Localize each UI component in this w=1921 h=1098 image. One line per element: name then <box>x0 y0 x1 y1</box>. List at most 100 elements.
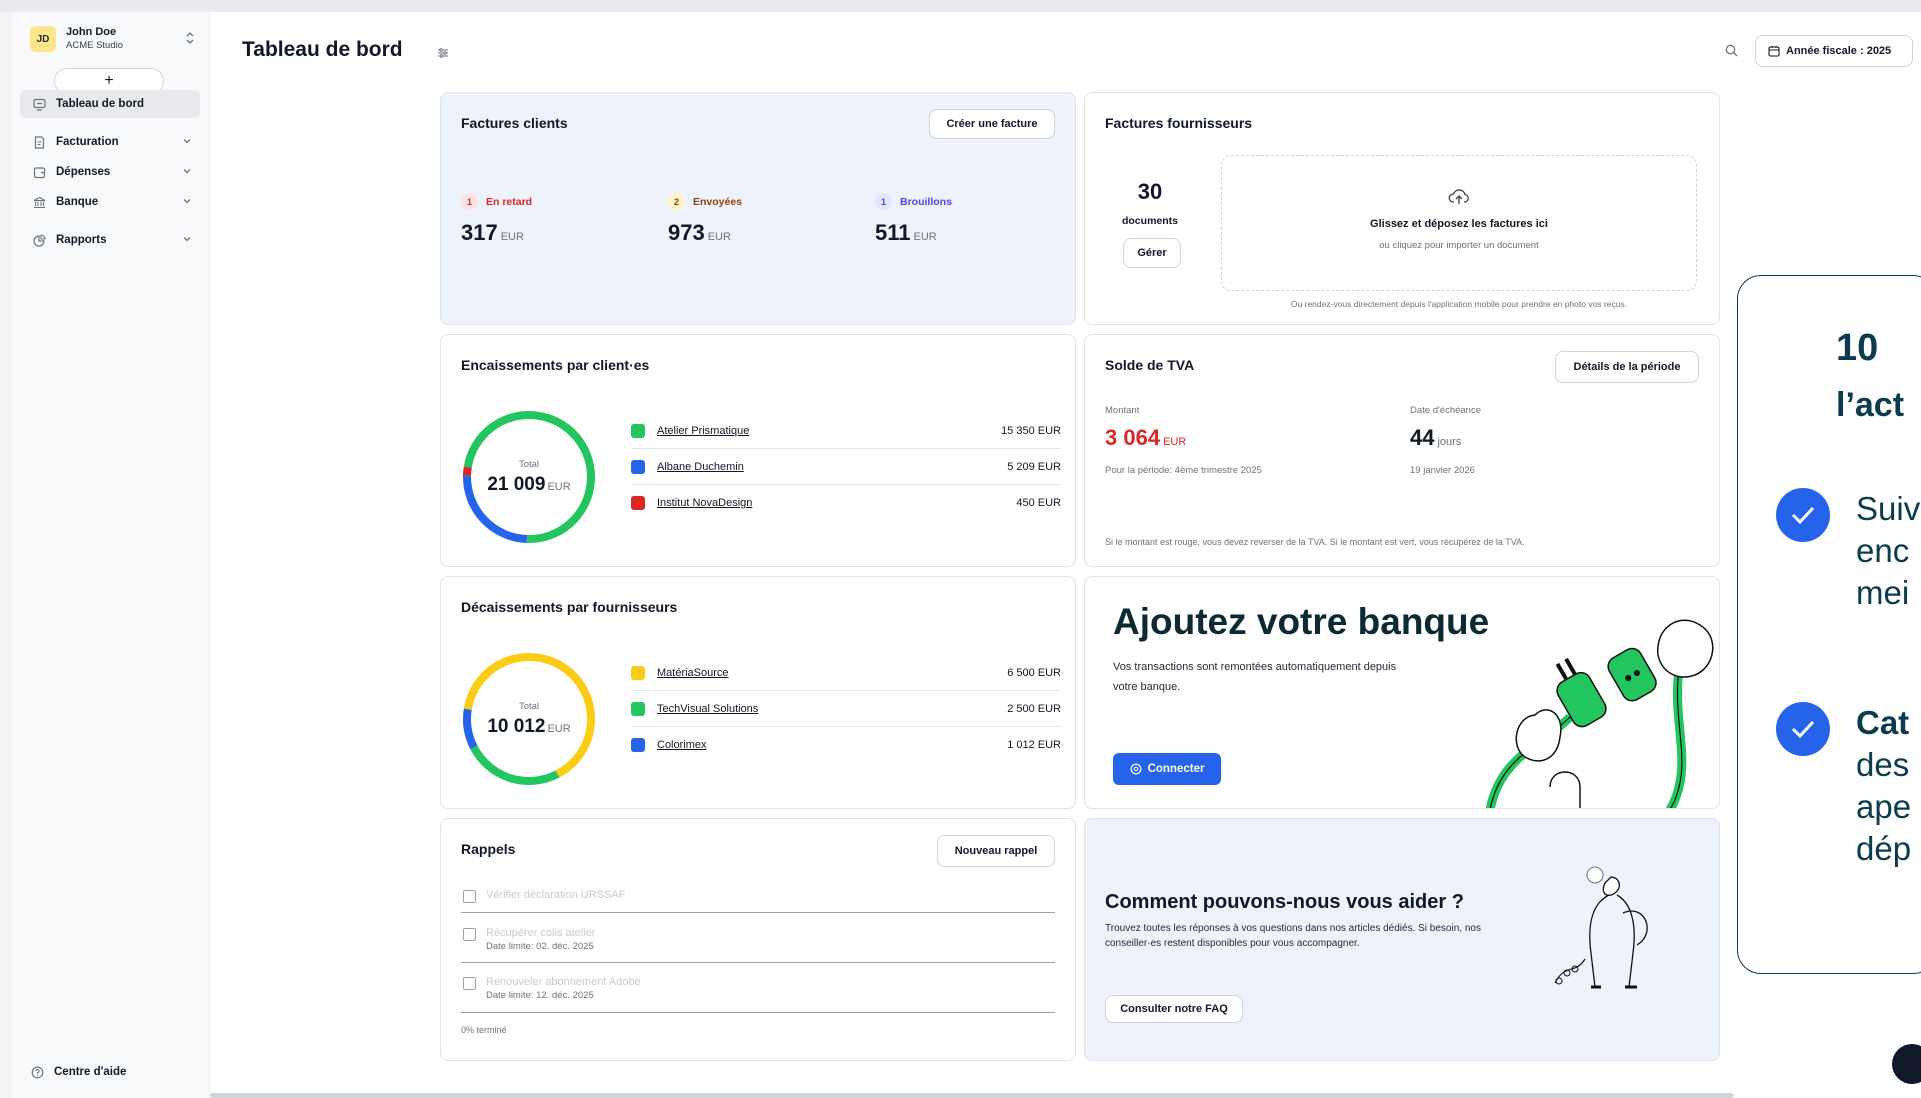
legend-swatch <box>631 665 645 680</box>
faq-button[interactable]: Consulter notre FAQ <box>1105 995 1243 1023</box>
legend-value: 5 209 EUR <box>1007 460 1061 473</box>
chevron-down-icon <box>182 166 192 179</box>
help-card-title: Comment pouvons-nous vous aider ? <box>1105 891 1464 913</box>
total-value: 21 009 <box>487 473 546 495</box>
supplier-link[interactable]: MatériaSource <box>657 667 729 679</box>
filter-icon[interactable] <box>437 45 449 63</box>
supplier-invoices-card: Factures fournisseurs 30 documents Gérer… <box>1084 92 1720 325</box>
due-days: 44 <box>1410 425 1435 450</box>
dropzone-subtitle: ou cliquez pour importer un document <box>1379 240 1539 251</box>
client-invoices-card: Factures clients Créer une facture 1 En r… <box>440 92 1076 325</box>
sidebar-item-reports[interactable]: Rapports <box>20 226 200 254</box>
new-reminder-button[interactable]: Nouveau rappel <box>937 835 1055 867</box>
total-label: Total <box>518 700 540 712</box>
dropzone-title: Glissez et déposez les factures ici <box>1370 218 1548 230</box>
mobile-app-note: Ou rendez-vous directement depuis l'appl… <box>1290 299 1628 309</box>
updown-icon <box>186 32 194 47</box>
sidebar-item-billing[interactable]: Facturation <box>20 128 200 156</box>
reminder-date: Date limite: 02. déc. 2025 <box>486 941 594 952</box>
reminder-checkbox[interactable] <box>463 977 476 990</box>
payments-legend: MatériaSource 6 500 EUR TechVisual Solut… <box>631 655 1061 763</box>
stat-unit: EUR <box>707 231 731 243</box>
legend-swatch <box>631 459 645 474</box>
help-card-description: Trouvez toutes les réponses à vos questi… <box>1105 923 1481 949</box>
card-title: Encaissements par client·es <box>461 357 650 373</box>
legend-row: Albane Duchemin 5 209 EUR <box>631 449 1061 485</box>
stat-unit: EUR <box>500 231 524 243</box>
legend-swatch <box>631 701 645 716</box>
supplier-link[interactable]: Colorimex <box>657 739 707 751</box>
chevron-down-icon <box>182 196 192 209</box>
user-name: John Doe <box>66 26 117 38</box>
invoice-icon <box>32 135 46 149</box>
vat-amount: 3 064 <box>1105 425 1161 450</box>
help-card: Comment pouvons-nous vous aider ? Trouve… <box>1084 818 1720 1061</box>
document-count-value: 30 <box>1137 179 1163 204</box>
sidebar-item-bank[interactable]: Banque <box>20 188 200 216</box>
fiscal-year-button[interactable]: Année fiscale : 2025 <box>1755 35 1913 67</box>
payments-by-supplier-card: Décaissements par fournisseurs Total 10 … <box>440 576 1076 809</box>
client-link[interactable]: Atelier Prismatique <box>657 425 749 437</box>
donut-center: Total 21 009 EUR <box>461 409 597 545</box>
period-details-button[interactable]: Détails de la période <box>1555 351 1699 383</box>
sidebar-item-label: Tableau de bord <box>56 98 144 110</box>
card-title: Solde de TVA <box>1105 357 1195 373</box>
count-badge: 1 <box>461 193 478 210</box>
card-title: Décaissements par fournisseurs <box>461 599 678 615</box>
stat-drafts[interactable]: 1 Brouillons 511 EUR <box>875 193 952 246</box>
reminder-checkbox[interactable] <box>463 890 476 903</box>
stat-sent[interactable]: 2 Envoyées 973 EUR <box>668 193 742 246</box>
chevron-down-icon <box>182 136 192 149</box>
client-link[interactable]: Albane Duchemin <box>657 461 744 473</box>
create-invoice-button[interactable]: Créer une facture <box>929 109 1055 139</box>
link-icon <box>1130 763 1141 775</box>
connect-bank-button[interactable]: Connecter <box>1113 753 1221 785</box>
promo-title-line2: l’act <box>1836 386 1905 424</box>
search-icon[interactable] <box>1725 44 1738 62</box>
calendar-icon <box>1768 46 1780 57</box>
stat-label: Envoyées <box>693 195 743 208</box>
user-switcher[interactable]: JD John Doe ACME Studio <box>30 22 200 56</box>
vat-note: Si le montant est rouge, vous devez reve… <box>1105 537 1525 547</box>
card-title: Rappels <box>461 841 516 857</box>
reminder-item: Vérifier déclaration URSSAF <box>461 879 1055 913</box>
invoice-dropzone[interactable]: Glissez et déposez les factures ici ou c… <box>1221 155 1697 291</box>
reminder-checkbox[interactable] <box>463 928 476 941</box>
legend-swatch <box>631 738 645 752</box>
reminder-item: Renouveler abonnement Adobe Date limite:… <box>461 971 1055 1013</box>
document-count-label: documents <box>1121 215 1178 227</box>
count-badge: 2 <box>668 193 685 210</box>
reminder-text: Récupérer colis atelier <box>486 927 596 939</box>
promo-line: ape <box>1856 788 1912 825</box>
supplier-link[interactable]: TechVisual Solutions <box>657 703 758 715</box>
promo-title-line1: 10 <box>1836 327 1879 369</box>
plug-illustration <box>1485 619 1714 808</box>
vat-period: Pour la période: 4ème trimestre 2025 <box>1105 465 1262 476</box>
horizontal-scrollbar[interactable] <box>210 1093 1734 1098</box>
sidebar-item-label: Rapports <box>56 234 107 246</box>
check-icon <box>1776 702 1830 756</box>
client-link[interactable]: Institut NovaDesign <box>657 497 752 509</box>
add-bank-card: Ajoutez votre banque Vos transactions so… <box>1084 576 1720 809</box>
help-center-link[interactable]: Centre d'aide <box>30 1065 126 1079</box>
sidebar-item-expenses[interactable]: Dépenses <box>20 158 200 186</box>
promo-line: Suiv <box>1856 490 1921 527</box>
manage-button[interactable]: Gérer <box>1123 238 1181 268</box>
due-unit: jours <box>1437 436 1462 448</box>
sidebar-item-dashboard[interactable]: Tableau de bord <box>20 90 200 118</box>
card-title: Factures fournisseurs <box>1105 115 1253 131</box>
receipts-by-client-card: Encaissements par client·es Total 21 009… <box>440 334 1076 567</box>
bank-icon <box>32 195 46 209</box>
legend-value: 2 500 EUR <box>1007 702 1061 715</box>
stat-label: En retard <box>486 195 533 208</box>
legend-row: Institut NovaDesign 450 EUR <box>631 485 1061 521</box>
legend-swatch <box>631 423 645 438</box>
legend-row: MatériaSource 6 500 EUR <box>631 655 1061 691</box>
expenses-icon <box>32 165 46 179</box>
receipts-legend: Atelier Prismatique 15 350 EUR Albane Du… <box>631 413 1061 521</box>
legend-row: TechVisual Solutions 2 500 EUR <box>631 691 1061 727</box>
help-icon <box>30 1065 44 1079</box>
stat-overdue[interactable]: 1 En retard 317 EUR <box>461 193 532 246</box>
dashboard-icon <box>32 97 46 111</box>
total-value: 10 012 <box>487 715 546 737</box>
